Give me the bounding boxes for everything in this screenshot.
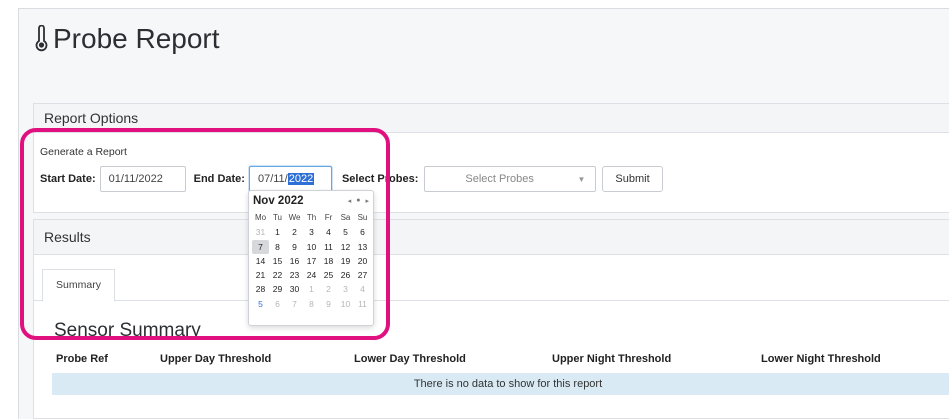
calendar-day[interactable]: 5 (337, 225, 354, 239)
calendar-month-title: Nov 2022 (253, 195, 304, 207)
submit-button[interactable]: Submit (602, 166, 663, 192)
calendar-day[interactable]: 10 (337, 297, 354, 311)
calendar-day[interactable]: 2 (320, 282, 337, 296)
column-header: Lower Day Threshold (354, 353, 466, 365)
calendar-day[interactable]: 27 (354, 268, 371, 282)
calendar-day[interactable]: 2 (286, 225, 303, 239)
calendar-day[interactable]: 20 (354, 254, 371, 268)
calendar-weekday: Tu (272, 213, 283, 222)
column-header: Probe Ref (56, 353, 108, 365)
today-dot-icon[interactable]: ● (356, 197, 360, 205)
calendar-day[interactable]: 7 (286, 297, 303, 311)
calendar-day[interactable]: 22 (269, 268, 286, 282)
calendar-day[interactable]: 24 (303, 268, 320, 282)
calendar-day[interactable]: 4 (320, 225, 337, 239)
calendar-day[interactable]: 11 (354, 297, 371, 311)
calendar-day[interactable]: 23 (286, 268, 303, 282)
calendar-day[interactable]: 26 (337, 268, 354, 282)
calendar-day[interactable]: 10 (303, 240, 320, 254)
calendar-day[interactable]: 15 (269, 254, 286, 268)
results-tabbar: Summary (34, 260, 949, 302)
calendar-day[interactable]: 1 (269, 225, 286, 239)
tab-summary[interactable]: Summary (42, 269, 115, 302)
end-date-selected-text: 2022 (287, 173, 315, 185)
calendar-day[interactable]: 29 (269, 282, 286, 296)
calendar-day[interactable]: 16 (286, 254, 303, 268)
page-title-text: Probe Report (53, 23, 220, 54)
end-date-label: End Date: (193, 173, 245, 185)
calendar-weekday: Fr (324, 213, 333, 222)
select-probes-placeholder: Select Probes (465, 173, 534, 185)
page-title: Probe Report (33, 23, 220, 55)
calendar-day[interactable]: 8 (269, 240, 286, 254)
calendar-day[interactable]: 21 (252, 268, 269, 282)
calendar-day[interactable]: 12 (337, 240, 354, 254)
start-date-label: Start Date: (40, 173, 96, 185)
no-data-row: There is no data to show for this report (52, 373, 949, 395)
calendar-day[interactable]: 6 (269, 297, 286, 311)
end-date-input[interactable]: 07/11/2022 (248, 166, 332, 192)
calendar-day[interactable]: 30 (286, 282, 303, 296)
date-picker-popup: Nov 2022 ◂ ● ▸ Mo Tu We Th Fr Sa Su 31 1 2 3 4 5 6 7 8 9… (248, 190, 374, 326)
report-form-row: Start Date: 01/11/2022 End Date: 07/11/2… (40, 166, 663, 192)
generate-report-label: Generate a Report (40, 146, 127, 158)
calendar-day[interactable]: 8 (303, 297, 320, 311)
column-header: Upper Day Threshold (160, 353, 272, 365)
calendar-header: Nov 2022 ◂ ● ▸ (253, 194, 369, 208)
calendar-day[interactable]: 25 (320, 268, 337, 282)
calendar-weekday: Mo (254, 213, 267, 222)
chevron-down-icon: ▼ (577, 174, 586, 184)
app-frame: Probe Report Report Options Generate a R… (18, 8, 949, 419)
calendar-day[interactable]: 11 (320, 240, 337, 254)
results-header: Results (34, 220, 949, 255)
calendar-day[interactable]: 28 (252, 282, 269, 296)
calendar-day[interactable]: 14 (252, 254, 269, 268)
calendar-nav: ◂ ● ▸ (348, 197, 369, 205)
end-date-value: 07/11/ (257, 173, 288, 185)
start-date-input[interactable]: 01/11/2022 (99, 166, 186, 192)
calendar-day[interactable]: 19 (337, 254, 354, 268)
column-header: Lower Night Threshold (761, 353, 881, 365)
calendar-weekday: Th (306, 213, 317, 222)
select-probes-label: Select Probes: (341, 173, 419, 185)
calendar-day[interactable]: 17 (303, 254, 320, 268)
calendar-day[interactable]: 9 (286, 240, 303, 254)
calendar-day[interactable]: 6 (354, 225, 371, 239)
calendar-day[interactable]: 13 (354, 240, 371, 254)
column-header: Upper Night Threshold (552, 353, 672, 365)
results-panel: Results Summary Sensor Summary Probe Ref… (33, 219, 949, 419)
calendar-weekday: We (288, 213, 301, 222)
calendar-day[interactable]: 18 (320, 254, 337, 268)
next-month-icon[interactable]: ▸ (365, 197, 369, 205)
report-options-header: Report Options (34, 104, 949, 133)
thermometer-icon (35, 25, 48, 52)
calendar-day[interactable]: 7 (252, 239, 269, 254)
prev-month-icon[interactable]: ◂ (348, 197, 352, 205)
calendar-day[interactable]: 1 (303, 282, 320, 296)
calendar-day[interactable]: 3 (303, 225, 320, 239)
calendar-day[interactable]: 31 (252, 225, 269, 239)
select-probes-dropdown[interactable]: Select Probes ▼ (424, 166, 597, 192)
calendar-weekday: Su (357, 213, 368, 222)
sensor-summary-title: Sensor Summary (54, 320, 201, 341)
calendar-weekday: Sa (340, 213, 351, 222)
calendar-day[interactable]: 9 (320, 297, 337, 311)
calendar-day[interactable]: 3 (337, 282, 354, 296)
calendar-day[interactable]: 5 (252, 297, 269, 311)
report-options-panel: Report Options Generate a Report Start D… (33, 103, 949, 213)
calendar-day[interactable]: 4 (354, 282, 371, 296)
calendar-grid: Mo Tu We Th Fr Sa Su 31 1 2 3 4 5 6 7 8 9 10 11 12 13 14 15 16 1… (252, 211, 371, 311)
